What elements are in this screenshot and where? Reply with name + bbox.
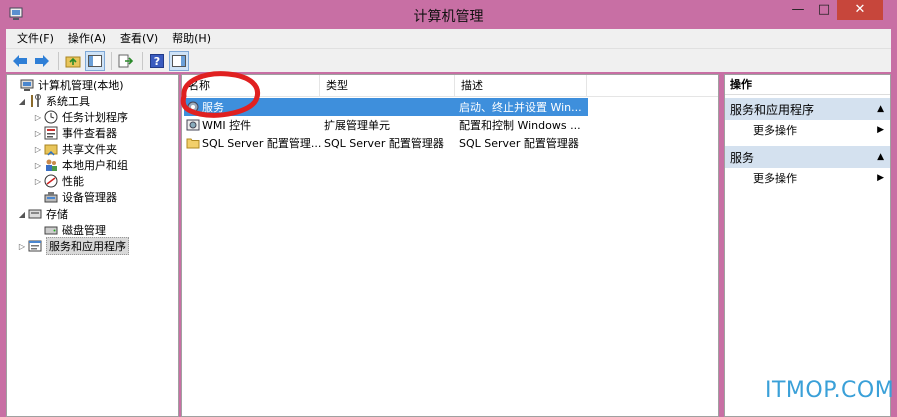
tree-item-local-users-groups[interactable]: ▷ 本地用户和组 — [33, 157, 128, 173]
column-header-type[interactable]: 类型 — [320, 75, 455, 97]
tree-item-label: 性能 — [62, 175, 84, 188]
list-cell-name: SQL Server 配置管理... — [184, 135, 321, 151]
list-cell-description: 配置和控制 Windows ... — [459, 119, 581, 132]
tree-item-system-tools[interactable]: ◢ 系统工具 — [17, 93, 90, 109]
menu-action[interactable]: 操作(A) — [61, 29, 113, 48]
disk-icon — [43, 223, 59, 237]
collapse-caret-icon[interactable]: ▲ — [877, 152, 884, 162]
submenu-arrow-icon: ▶ — [877, 173, 884, 183]
export-list-icon[interactable] — [116, 51, 136, 71]
annotation-circle — [180, 71, 260, 118]
tree-expander[interactable]: ▷ — [33, 161, 43, 170]
tree-expander[interactable]: ▷ — [17, 242, 27, 251]
tree-item-task-scheduler[interactable]: ▷ 任务计划程序 — [33, 109, 128, 125]
tree-item-label: 事件查看器 — [62, 127, 117, 140]
tree-item-label: 任务计划程序 — [62, 111, 128, 124]
menu-view[interactable]: 查看(V) — [113, 29, 165, 48]
title-bar: 计算机管理 — □ ✕ — [0, 0, 897, 29]
tree-expander[interactable]: ▷ — [33, 145, 43, 154]
storage-icon — [27, 207, 43, 221]
forward-arrow-icon[interactable] — [32, 51, 52, 71]
folder-icon — [186, 137, 200, 149]
toolbar-separator — [58, 51, 59, 70]
menu-help[interactable]: 帮助(H) — [165, 29, 218, 48]
action-more-actions[interactable]: 更多操作 ▶ — [725, 120, 890, 140]
list-item-label: SQL Server 配置管理... — [202, 137, 321, 150]
tools-icon — [27, 94, 43, 108]
tree-item-performance[interactable]: ▷ 性能 — [33, 173, 84, 189]
maximize-button[interactable]: □ — [811, 0, 837, 20]
minimize-button[interactable]: — — [785, 0, 811, 20]
list-cell-description: 启动、终止并设置 Win... — [459, 101, 582, 114]
clock-icon — [43, 110, 59, 124]
results-list: 名称 类型 描述 服务 启动、终止并设置 Win... WMI 控件 扩展管理单… — [181, 74, 719, 417]
toolbar-separator — [111, 51, 112, 70]
event-viewer-icon — [43, 126, 59, 140]
tree-item-label: 磁盘管理 — [62, 224, 106, 237]
collapse-caret-icon[interactable]: ▲ — [877, 104, 884, 114]
tree-expander[interactable]: ▷ — [33, 129, 43, 138]
tree-item-label: 共享文件夹 — [62, 143, 117, 156]
section-label: 服务和应用程序 — [730, 102, 815, 117]
action-label: 更多操作 — [753, 172, 797, 185]
actions-section-services[interactable]: 服务 ▲ — [725, 146, 890, 168]
svg-text:?: ? — [154, 55, 160, 68]
action-more-actions[interactable]: 更多操作 ▶ — [725, 168, 890, 188]
show-hide-tree-icon[interactable] — [85, 50, 105, 71]
properties-icon[interactable] — [169, 50, 189, 71]
computer-mgmt-icon — [19, 78, 35, 92]
services-apps-icon — [27, 239, 43, 253]
menu-file[interactable]: 文件(F) — [10, 29, 61, 48]
tree-item-disk-management[interactable]: 磁盘管理 — [33, 222, 106, 238]
users-icon — [43, 158, 59, 172]
close-button[interactable]: ✕ — [837, 0, 883, 20]
tree-item-services-applications[interactable]: ▷ 服务和应用程序 — [17, 237, 129, 255]
shared-folder-icon — [43, 142, 59, 156]
watermark: ITMOP.COM — [765, 378, 895, 403]
tree-item-label: 设备管理器 — [62, 191, 117, 204]
tree-item-device-manager[interactable]: 设备管理器 — [33, 189, 117, 205]
tree-item-label: 服务和应用程序 — [46, 237, 129, 255]
toolbar-separator — [142, 51, 143, 70]
up-folder-icon[interactable] — [63, 51, 83, 71]
tree-item-label: 计算机管理(本地) — [38, 79, 124, 92]
back-arrow-icon[interactable] — [10, 51, 30, 71]
help-icon[interactable]: ? — [147, 51, 167, 71]
actions-title: 操作 — [725, 75, 890, 95]
tree-item-label: 存储 — [46, 208, 68, 221]
tree-expander[interactable]: ◢ — [17, 210, 27, 219]
tree-expander[interactable]: ◢ — [17, 97, 27, 106]
actions-pane: 操作 服务和应用程序 ▲ 更多操作 ▶ 服务 ▲ 更多操作 ▶ — [724, 74, 891, 417]
toolbar: ? — [6, 48, 891, 72]
tree-item-label: 本地用户和组 — [62, 159, 128, 172]
column-header-description[interactable]: 描述 — [455, 75, 587, 97]
console-tree: 计算机管理(本地) ◢ 系统工具 ▷ 任务计划程序 ▷ 事件查看器 ▷ 共享文件… — [6, 74, 179, 417]
tree-expander[interactable]: ▷ — [33, 177, 43, 186]
device-manager-icon — [43, 190, 59, 204]
list-item-sql-server-config[interactable]: SQL Server 配置管理... SQL Server 配置管理器 SQL … — [184, 134, 588, 152]
tree-expander[interactable]: ▷ — [33, 113, 43, 122]
list-cell-description: SQL Server 配置管理器 — [459, 137, 579, 150]
tree-item-event-viewer[interactable]: ▷ 事件查看器 — [33, 125, 117, 141]
tree-item-storage[interactable]: ◢ 存储 — [17, 206, 68, 222]
menu-bar: 文件(F) 操作(A) 查看(V) 帮助(H) — [6, 29, 891, 48]
actions-section-services-apps[interactable]: 服务和应用程序 ▲ — [725, 98, 890, 120]
action-label: 更多操作 — [753, 124, 797, 137]
tree-item-label: 系统工具 — [46, 95, 90, 108]
tree-item-shared-folders[interactable]: ▷ 共享文件夹 — [33, 141, 117, 157]
list-cell-type: SQL Server 配置管理器 — [324, 137, 444, 150]
tree-item-computer-management[interactable]: 计算机管理(本地) — [9, 77, 124, 93]
submenu-arrow-icon: ▶ — [877, 125, 884, 135]
list-cell-type: 扩展管理单元 — [324, 119, 390, 132]
performance-icon — [43, 174, 59, 188]
window-title: 计算机管理 — [413, 9, 484, 25]
section-label: 服务 — [730, 150, 755, 165]
